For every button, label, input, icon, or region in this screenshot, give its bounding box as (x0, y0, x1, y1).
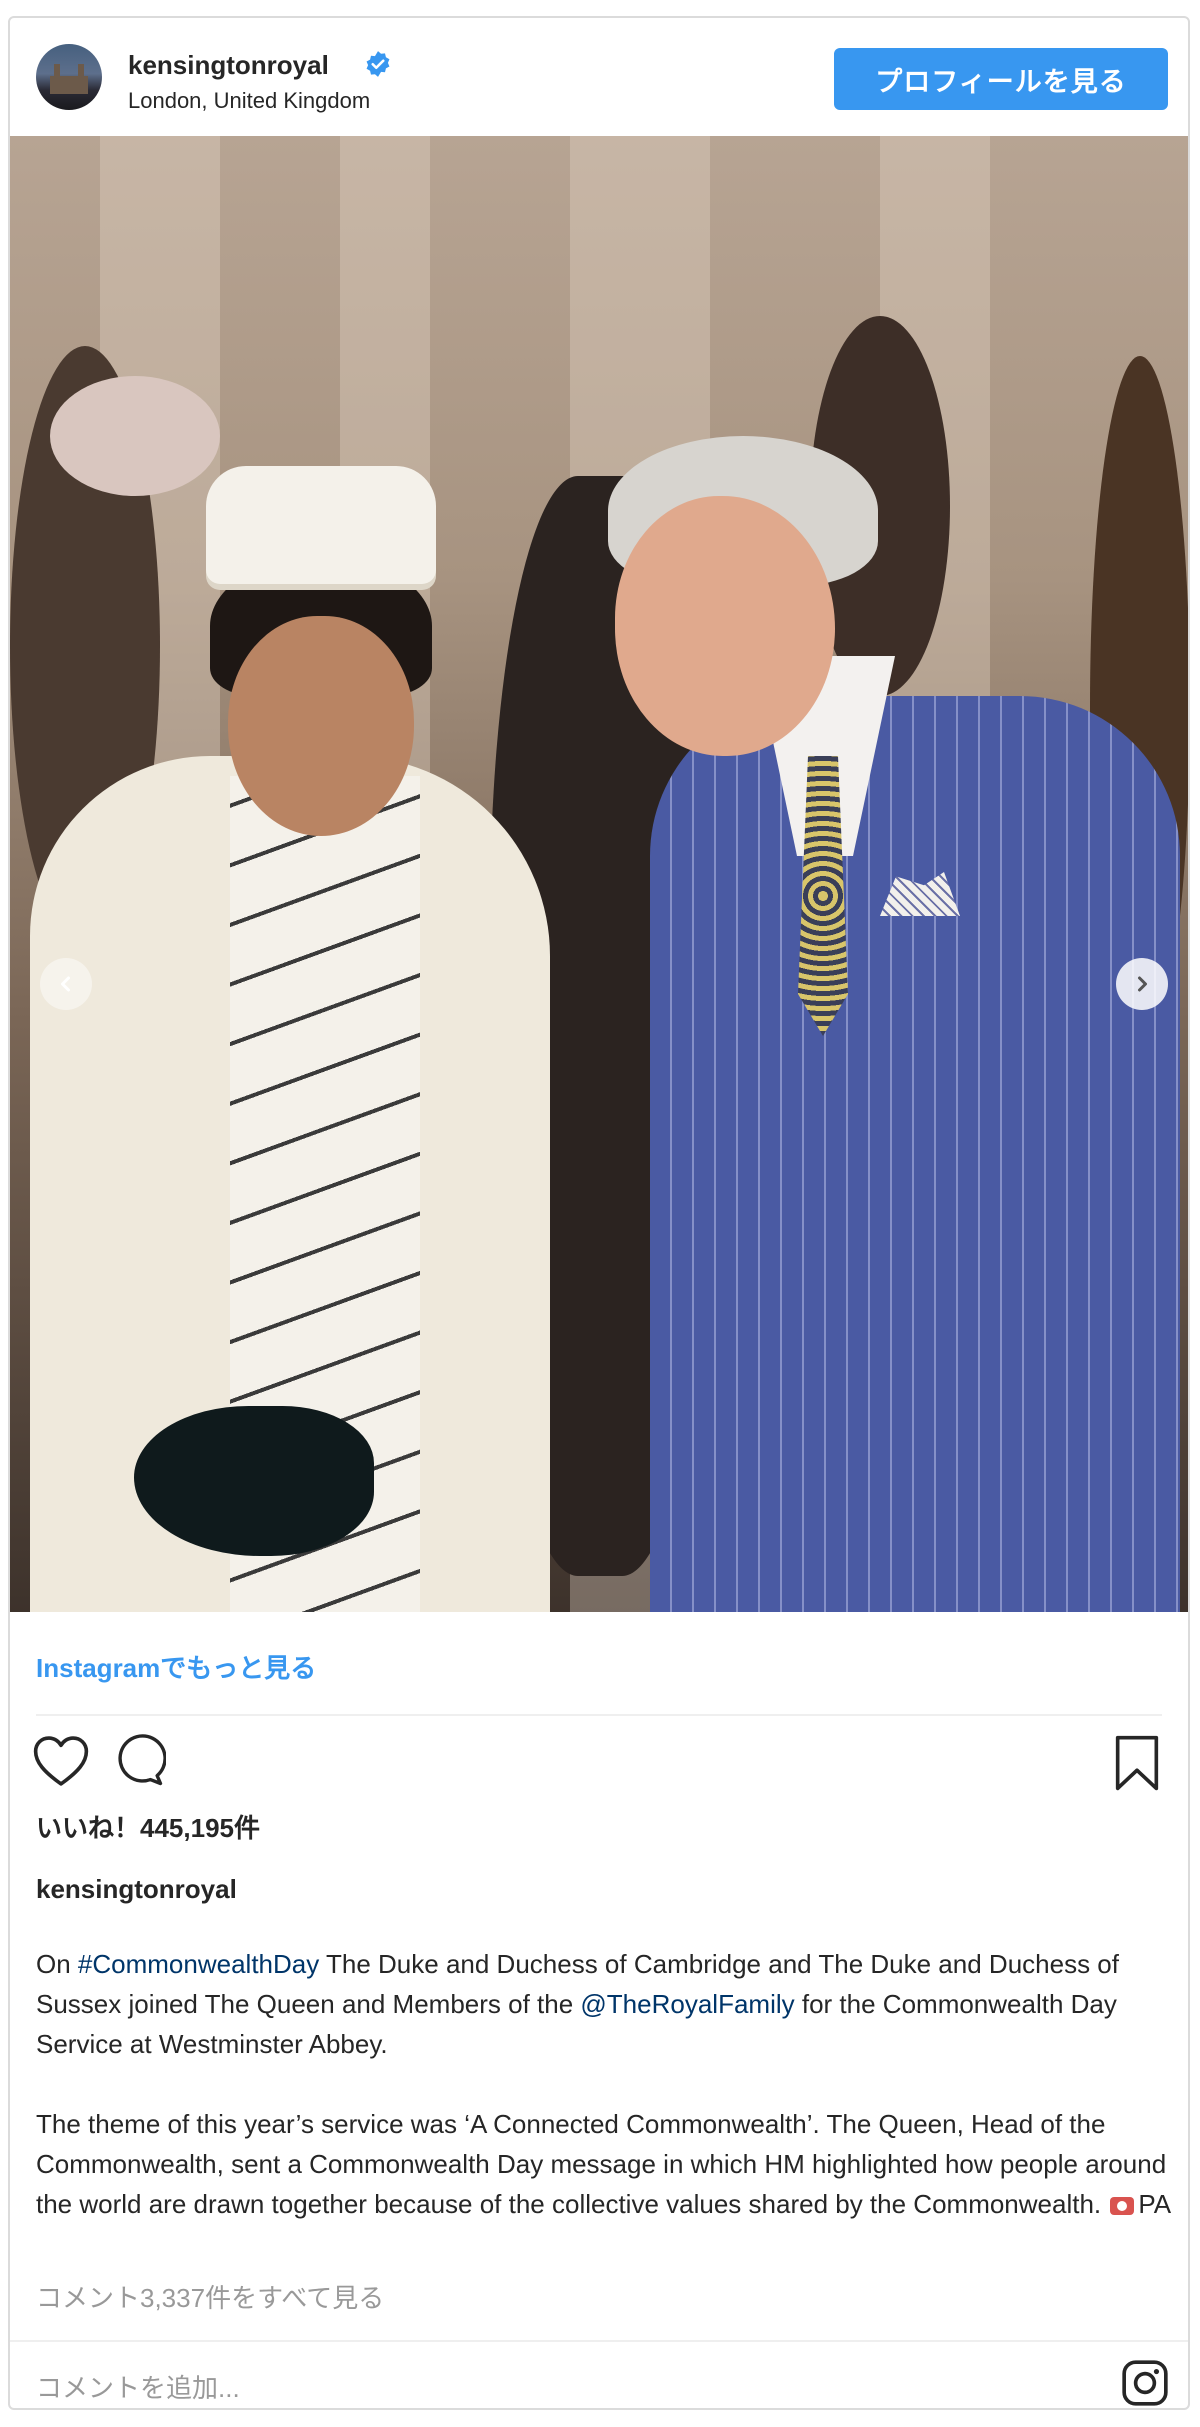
instagram-icon[interactable] (1120, 2358, 1170, 2408)
avatar[interactable] (36, 44, 102, 110)
caption-text: The theme of this year’s service was ‘A … (36, 2109, 1167, 2219)
hashtag-link[interactable]: #CommonwealthDay (78, 1949, 319, 1979)
photo-credit: PA (1138, 2189, 1172, 2219)
previous-photo-button[interactable] (40, 958, 92, 1010)
likes-count[interactable]: いいね！445,195件 (36, 1808, 260, 1845)
heart-icon[interactable] (32, 1734, 90, 1788)
post-photo[interactable] (10, 136, 1188, 1612)
caption-owner[interactable]: kensingtonroyal (36, 1874, 237, 1905)
mention-link[interactable]: @TheRoyalFamily (580, 1989, 794, 2019)
caption-paragraph-1: On #CommonwealthDay The Duke and Duchess… (36, 1944, 1176, 2064)
location[interactable]: London, United Kingdom (128, 88, 370, 114)
bookmark-icon[interactable] (1112, 1734, 1162, 1792)
caption-paragraph-2: The theme of this year’s service was ‘A … (36, 2104, 1176, 2224)
divider (36, 1714, 1162, 1716)
instagram-embed-card: kensingtonroyal London, United Kingdom プ… (8, 16, 1190, 2410)
view-more-on-instagram-link[interactable]: Instagramでもっと見る (36, 1648, 316, 1685)
username[interactable]: kensingtonroyal (128, 50, 329, 81)
post-header: kensingtonroyal London, United Kingdom プ… (10, 18, 1188, 136)
chevron-right-icon (1138, 976, 1147, 992)
caption: On #CommonwealthDay The Duke and Duchess… (36, 1944, 1176, 2224)
verified-badge-icon (366, 51, 390, 77)
chevron-left-icon (61, 976, 70, 992)
camera-icon (1110, 2197, 1135, 2215)
add-comment-input[interactable]: コメントを追加... (36, 2368, 240, 2405)
caption-text: On (36, 1949, 78, 1979)
comment-icon[interactable] (110, 1734, 166, 1788)
next-photo-button[interactable] (1116, 958, 1168, 1010)
view-all-comments-link[interactable]: コメント3,337件をすべて見る (36, 2278, 384, 2315)
view-profile-button[interactable]: プロフィールを見る (834, 48, 1168, 110)
divider (10, 2340, 1188, 2342)
